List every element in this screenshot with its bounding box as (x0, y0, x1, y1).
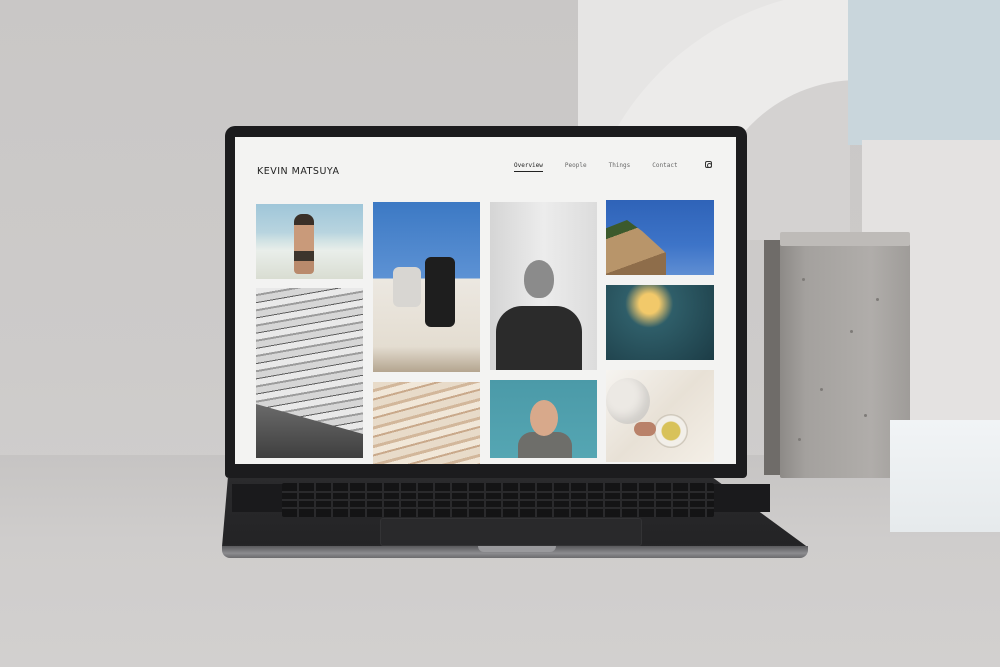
instagram-icon[interactable] (705, 161, 712, 168)
sand-texture-photo[interactable] (373, 382, 480, 464)
site-nav: Overview People Things Contact (514, 162, 700, 172)
right-speaker-grille (712, 484, 770, 512)
nav-overview[interactable]: Overview (514, 162, 543, 172)
nav-things[interactable]: Things (609, 162, 631, 172)
wall-climbers-photo[interactable] (373, 202, 480, 372)
nav-people[interactable]: People (565, 162, 587, 172)
blue-panel-prop (848, 0, 1000, 145)
site-title[interactable]: KEVIN MATSUYA (257, 166, 339, 177)
trackpad[interactable] (380, 518, 642, 546)
lamp-interior-photo[interactable] (606, 285, 714, 360)
water-bottle-portrait-photo[interactable] (490, 202, 597, 370)
laptop-screen: KEVIN MATSUYA Overview People Things Con… (235, 137, 736, 464)
nav-contact[interactable]: Contact (652, 162, 677, 172)
concrete-block-top (780, 232, 910, 246)
lid-opening-notch (478, 546, 556, 552)
teapot-cup-photo[interactable] (606, 370, 714, 462)
cliff-sky-photo[interactable] (606, 200, 714, 275)
white-box-prop (890, 420, 1000, 532)
bleachers-photo[interactable] (256, 288, 363, 458)
beach-swimmer-photo[interactable] (256, 204, 363, 279)
woman-hands-on-head-photo[interactable] (490, 380, 597, 458)
